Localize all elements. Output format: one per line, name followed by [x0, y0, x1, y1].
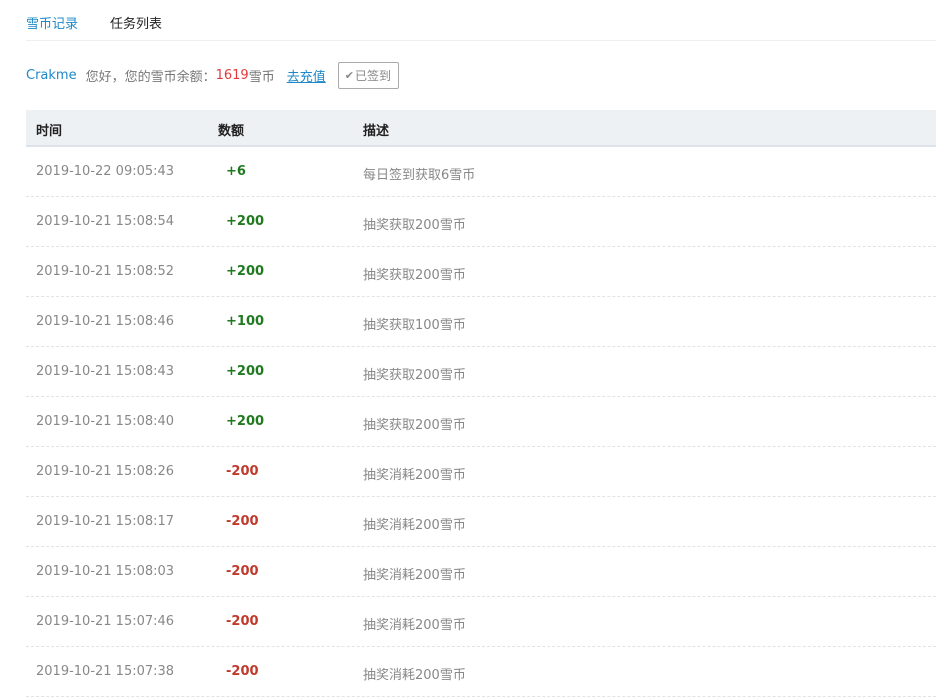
- cell-time: 2019-10-21 15:08:03: [36, 564, 175, 579]
- cell-time: 2019-10-21 15:08:17: [36, 514, 175, 529]
- cell-description: 抽奖获取200雪币: [363, 268, 466, 283]
- cell-description: 抽奖消耗200雪币: [363, 468, 466, 483]
- cell-time: 2019-10-22 09:05:43: [36, 164, 175, 179]
- table-row: 2019-10-21 15:08:43 +200 抽奖获取200雪币: [26, 347, 936, 397]
- table-row: 2019-10-21 15:08:03 -200 抽奖消耗200雪币: [26, 547, 936, 597]
- table-row: 2019-10-21 15:08:54 +200 抽奖获取200雪币: [26, 197, 936, 247]
- balance-amount: 1619: [215, 68, 249, 83]
- cell-time: 2019-10-21 15:08:40: [36, 414, 175, 429]
- table-row: 2019-10-21 15:08:26 -200 抽奖消耗200雪币: [26, 447, 936, 497]
- cell-amount: +200: [226, 264, 265, 279]
- cell-time: 2019-10-21 15:08:26: [36, 464, 175, 479]
- header-amount: 数额: [218, 124, 245, 139]
- cell-amount: -200: [226, 464, 259, 479]
- cell-amount: +100: [226, 314, 265, 329]
- cell-description: 抽奖获取200雪币: [363, 218, 466, 233]
- cell-amount: -200: [226, 664, 259, 679]
- cell-description: 抽奖消耗200雪币: [363, 618, 466, 633]
- table-row: 2019-10-21 15:08:40 +200 抽奖获取200雪币: [26, 397, 936, 447]
- table-row: 2019-10-21 15:08:46 +100 抽奖获取100雪币: [26, 297, 936, 347]
- cell-time: 2019-10-21 15:07:38: [36, 664, 175, 679]
- header-description: 描述: [363, 124, 390, 139]
- cell-time: 2019-10-21 15:08:52: [36, 264, 175, 279]
- table-row: 2019-10-21 15:08:52 +200 抽奖获取200雪币: [26, 247, 936, 297]
- signed-in-label: 已签到: [354, 69, 391, 83]
- user-balance-bar: Crakme 您好，您的雪币余额： 1619 雪币 去充值 ✔ 已签到: [26, 62, 399, 89]
- table-row: 2019-10-21 15:07:38 -200 抽奖消耗200雪币: [26, 647, 936, 697]
- cell-description: 抽奖消耗200雪币: [363, 668, 466, 683]
- header-time: 时间: [36, 124, 63, 139]
- table-row: 2019-10-21 15:07:46 -200 抽奖消耗200雪币: [26, 597, 936, 647]
- username-link[interactable]: Crakme: [26, 68, 77, 83]
- cell-description: 每日签到获取6雪币: [363, 168, 476, 183]
- cell-time: 2019-10-21 15:08:43: [36, 364, 175, 379]
- cell-description: 抽奖获取100雪币: [363, 318, 466, 333]
- cell-description: 抽奖获取200雪币: [363, 368, 466, 383]
- cell-amount: +200: [226, 364, 265, 379]
- tab-bar: 雪币记录 任务列表: [26, 0, 936, 41]
- tab-coin-records[interactable]: 雪币记录: [26, 13, 78, 32]
- cell-time: 2019-10-21 15:08:46: [36, 314, 175, 329]
- table-header: 时间 数额 描述: [26, 110, 936, 147]
- balance-greeting: 您好，您的雪币余额：: [85, 70, 216, 85]
- cell-description: 抽奖消耗200雪币: [363, 568, 466, 583]
- cell-description: 抽奖消耗200雪币: [363, 518, 466, 533]
- cell-amount: -200: [226, 614, 259, 629]
- coin-records-table: 时间 数额 描述 2019-10-22 09:05:43 +6 每日签到获取6雪币 2…: [26, 110, 936, 697]
- signed-in-button[interactable]: ✔ 已签到: [337, 62, 399, 89]
- cell-amount: +200: [226, 214, 265, 229]
- recharge-link[interactable]: 去充值: [287, 66, 326, 85]
- table-row: 2019-10-22 09:05:43 +6 每日签到获取6雪币: [26, 147, 936, 197]
- cell-amount: +200: [226, 414, 265, 429]
- check-icon: ✔: [344, 69, 354, 82]
- cell-time: 2019-10-21 15:07:46: [36, 614, 175, 629]
- cell-amount: -200: [226, 564, 259, 579]
- cell-amount: +6: [226, 164, 246, 179]
- cell-time: 2019-10-21 15:08:54: [36, 214, 175, 229]
- table-body: 2019-10-22 09:05:43 +6 每日签到获取6雪币 2019-10-21…: [26, 147, 936, 697]
- tab-task-list[interactable]: 任务列表: [110, 13, 162, 32]
- table-row: 2019-10-21 15:08:17 -200 抽奖消耗200雪币: [26, 497, 936, 547]
- cell-description: 抽奖获取200雪币: [363, 418, 466, 433]
- balance-unit: 雪币: [248, 70, 275, 85]
- cell-amount: -200: [226, 514, 259, 529]
